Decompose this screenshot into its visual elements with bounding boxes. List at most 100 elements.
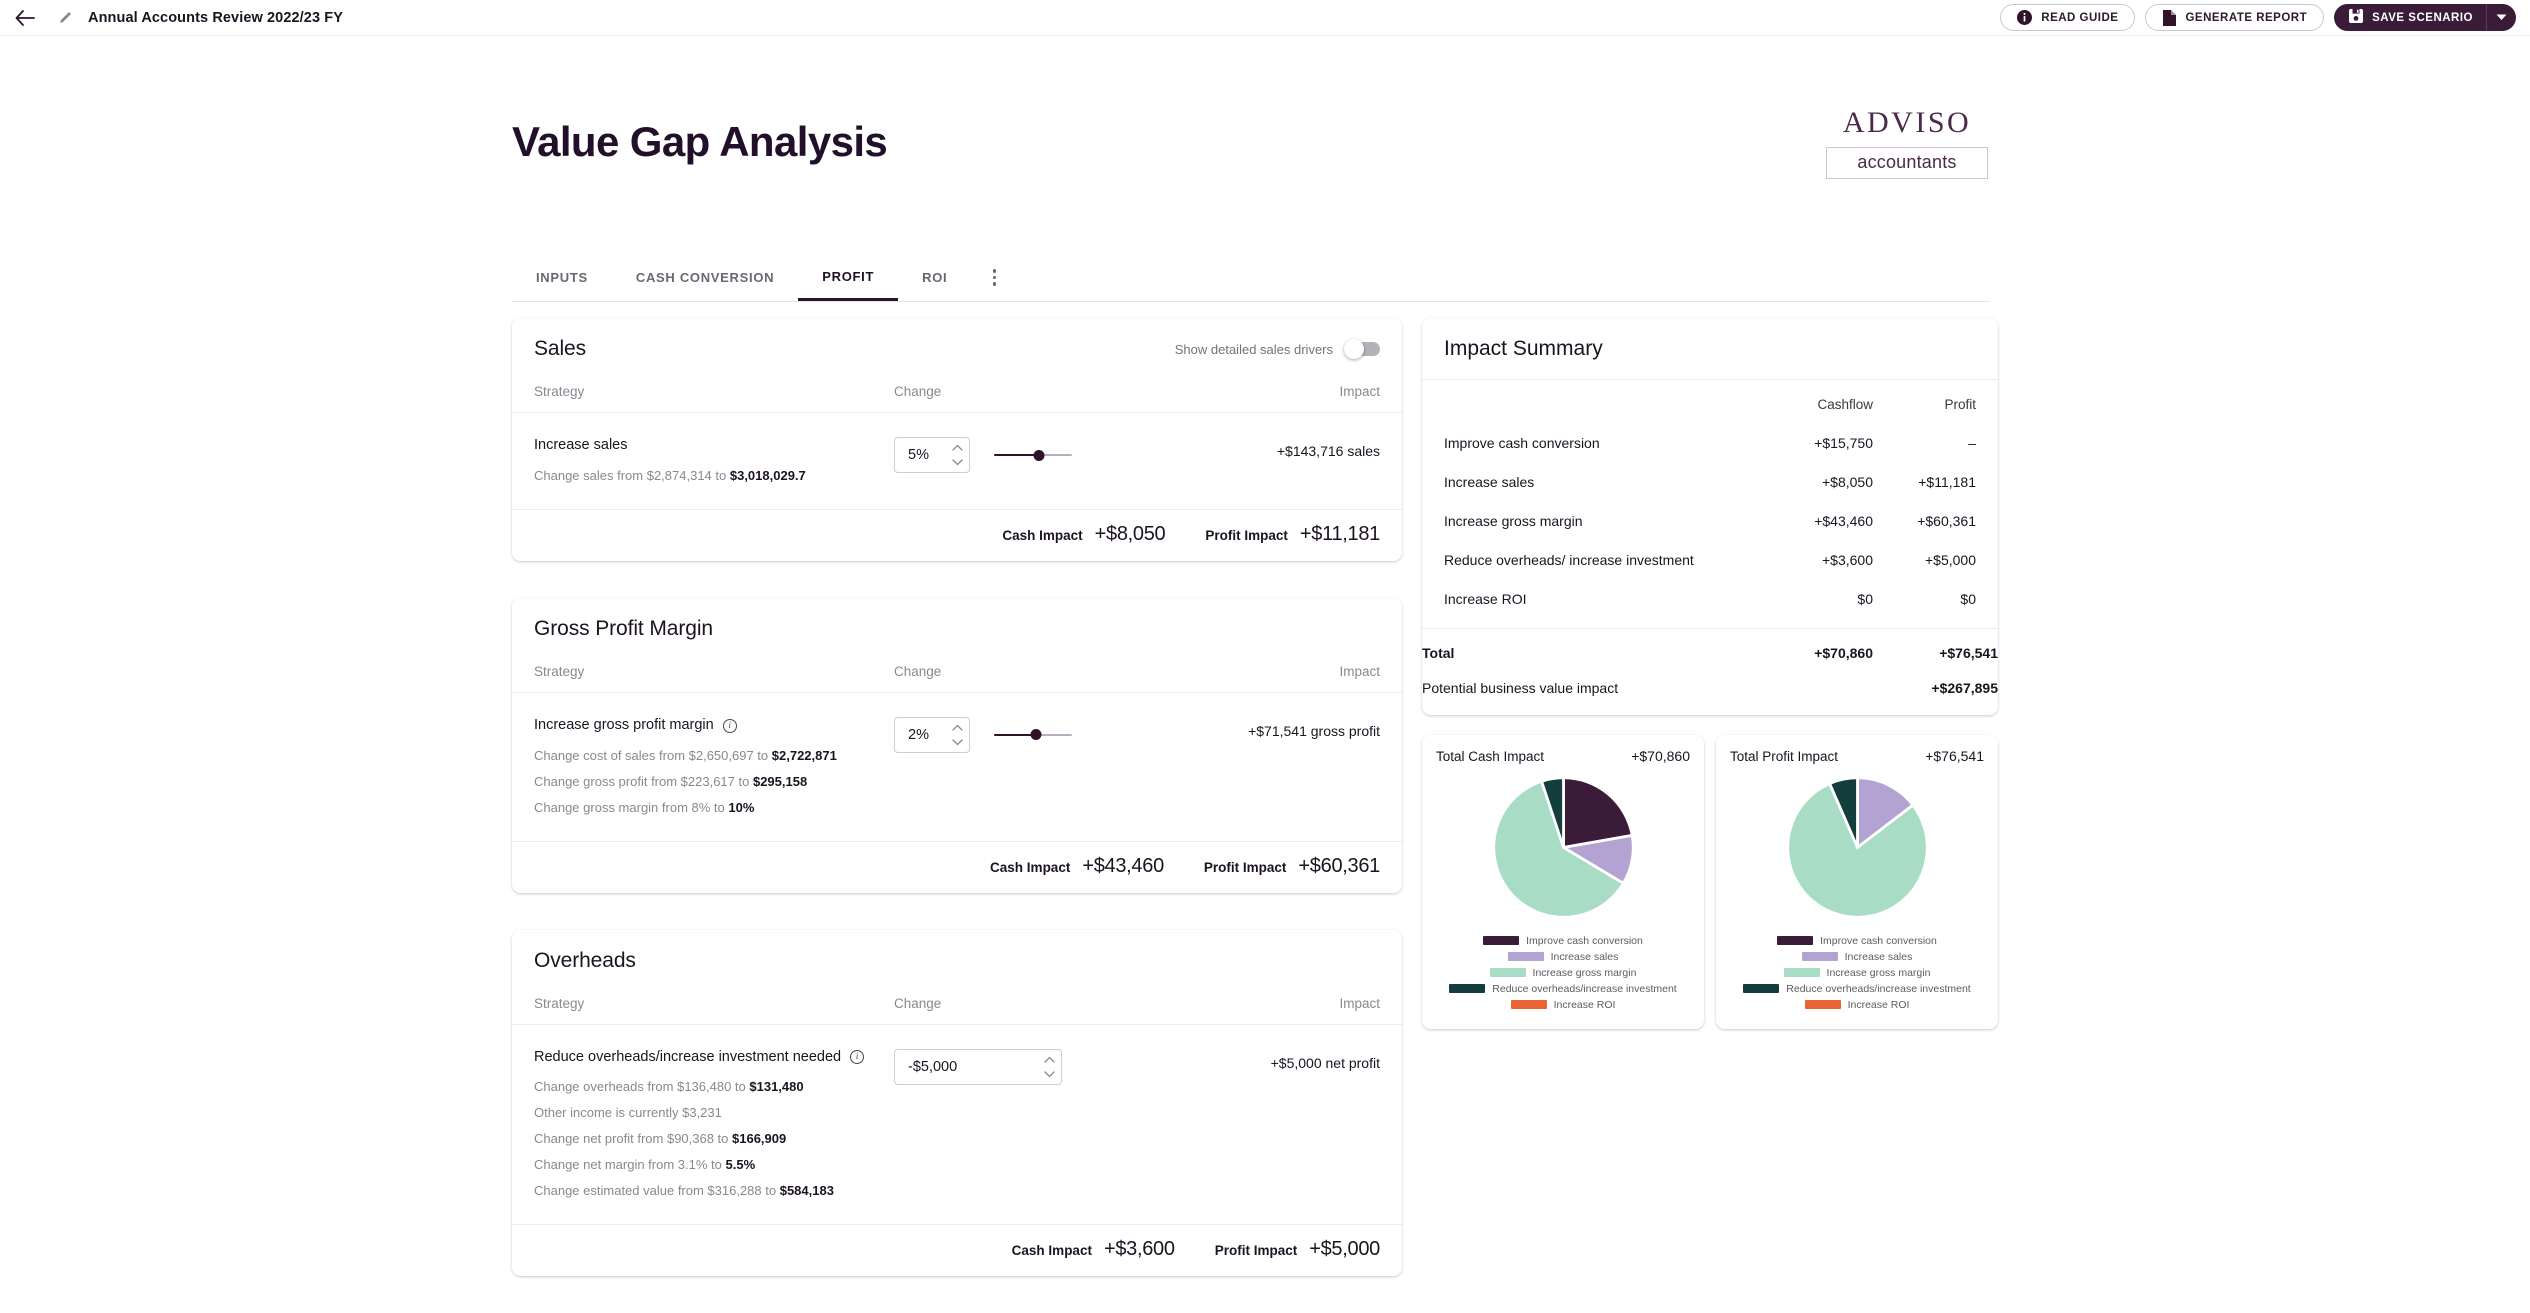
sales-strategy-cell: Increase sales Change sales from $2,874,…: [534, 435, 894, 483]
tab-cash-conversion[interactable]: CASH CONVERSION: [612, 254, 798, 301]
stepper-up-icon[interactable]: [952, 724, 963, 731]
topbar-actions: READ GUIDE GENERATE REPORT SAVE SCENARIO: [2000, 4, 2530, 31]
legend-item: Increase ROI: [1730, 999, 1984, 1011]
read-guide-label: READ GUIDE: [2041, 11, 2119, 24]
column-header-change: Change: [894, 663, 942, 679]
legend-label-0: Improve cash conversion: [1526, 934, 1643, 947]
save-dropdown-caret-icon[interactable]: [2486, 4, 2516, 31]
tab-profit[interactable]: PROFIT: [798, 254, 899, 301]
sales-cash-impact-value: +$8,050: [1094, 522, 1166, 545]
gpm-slider-thumb[interactable]: [1030, 729, 1042, 741]
overheads-sub-line-0-text: Change overheads from $136,480 to: [534, 1079, 750, 1095]
impact-summary-column: Impact Summary Cashflow Profit Improve c…: [1422, 318, 1998, 1029]
summary-total-row: Total +$70,860 +$76,541: [1422, 629, 1998, 671]
summary-total-cashflow: +$70,860: [1814, 645, 1873, 662]
overheads-impact-value: +$5,000 net profit: [1270, 1054, 1380, 1071]
summary-row-1-label: Increase sales: [1444, 473, 1535, 490]
impact-summary-table: Cashflow Profit Improve cash conversion …: [1422, 380, 1998, 715]
gpm-stepper-arrows[interactable]: [952, 718, 963, 752]
save-scenario-button[interactable]: SAVE SCENARIO: [2334, 4, 2486, 31]
overheads-card-title: Overheads: [534, 948, 636, 972]
gpm-profit-impact-value: +$60,361: [1298, 854, 1380, 877]
sales-slider[interactable]: [994, 437, 1072, 473]
back-arrow-icon[interactable]: [14, 7, 36, 29]
tab-roi[interactable]: ROI: [898, 254, 971, 301]
legend-swatch-reduce-overheads: [1449, 984, 1486, 994]
brand-logo-sub: accountants: [1826, 147, 1988, 179]
impact-summary-card: Impact Summary Cashflow Profit Improve c…: [1422, 318, 1998, 715]
toggle-knob: [1344, 339, 1364, 359]
gpm-slider[interactable]: [994, 717, 1072, 753]
overheads-sub-line-4: Change estimated value from $316,288 to …: [534, 1183, 894, 1198]
legend-swatch-increase-roi: [1804, 1000, 1841, 1010]
sales-drivers-toggle-label: Show detailed sales drivers: [1174, 341, 1333, 357]
profit-pie-title: Total Profit Impact: [1730, 748, 1839, 764]
generate-report-button[interactable]: GENERATE REPORT: [2145, 4, 2325, 31]
column-header-change: Change: [894, 384, 942, 399]
stepper-down-icon[interactable]: [1044, 1070, 1055, 1078]
legend-swatch-improve-cash-conversion: [1777, 936, 1814, 946]
cash-pie-svg-wrap: [1436, 770, 1690, 925]
overheads-sub-line-1-text: Other income is currently $3,231: [534, 1105, 722, 1121]
column-header-impact: Impact: [1339, 384, 1380, 399]
scenario-title: Annual Accounts Review 2022/23 FY: [88, 9, 343, 26]
sales-row: Increase sales Change sales from $2,874,…: [512, 413, 1402, 509]
sales-percent-stepper[interactable]: 5%: [894, 437, 970, 473]
gpm-percent-stepper[interactable]: 2%: [894, 716, 970, 753]
sales-drivers-toggle[interactable]: [1344, 339, 1380, 359]
gpm-sub-line-0: Change cost of sales from $2,650,697 to …: [534, 748, 894, 763]
summary-pbv-value: +$267,895: [1931, 680, 1998, 697]
sales-stepper-arrows[interactable]: [952, 438, 963, 472]
sales-strategy-name: Increase sales: [534, 437, 628, 453]
profit-pie-svg-wrap: [1730, 770, 1984, 925]
summary-total-profit: +$76,541: [1939, 645, 1998, 662]
legend-swatch-improve-cash-conversion: [1483, 936, 1520, 946]
column-header-impact: Impact: [1339, 995, 1380, 1011]
save-scenario-group[interactable]: SAVE SCENARIO: [2334, 4, 2516, 31]
overheads-amount-stepper[interactable]: -$5,000: [894, 1048, 1062, 1085]
tab-inputs[interactable]: INPUTS: [512, 254, 612, 301]
table-row: Increase sales +$8,050 +$11,181: [1422, 463, 1998, 502]
sales-slider-fill: [994, 453, 1040, 457]
table-row: Increase gross margin +$43,460 +$60,361: [1422, 502, 1998, 541]
legend-item: Improve cash conversion: [1730, 935, 1984, 947]
tab-overflow-menu-icon[interactable]: [971, 254, 1017, 301]
stepper-down-icon[interactable]: [952, 459, 963, 466]
gpm-sub-line-1-text: Change gross profit from $223,617 to: [534, 773, 753, 789]
sales-drivers-toggle-group[interactable]: Show detailed sales drivers: [1174, 339, 1380, 359]
stepper-down-icon[interactable]: [952, 739, 963, 746]
sales-card: Sales Show detailed sales drivers Strate…: [512, 318, 1402, 561]
overheads-column-headers: Strategy Change Impact: [512, 973, 1402, 1025]
overheads-row: Reduce overheads/increase investment nee…: [512, 1025, 1402, 1225]
overheads-info-icon[interactable]: i: [850, 1050, 865, 1065]
profit-pie-legend: Improve cash conversion Increase sales I…: [1730, 935, 1984, 1011]
sales-impact-value: +$143,716 sales: [1276, 443, 1380, 459]
legend-label-2: Increase gross margin: [1826, 966, 1931, 979]
gpm-row: Increase gross profit margin i Change co…: [512, 693, 1402, 841]
gpm-sub-line-1-value: $295,158: [752, 773, 808, 789]
gpm-info-icon[interactable]: i: [722, 718, 737, 733]
legend-item: Increase sales: [1730, 951, 1984, 963]
stepper-up-icon[interactable]: [1044, 1056, 1055, 1063]
pencil-icon[interactable]: [56, 9, 74, 27]
gpm-column-headers: Strategy Change Impact: [512, 641, 1402, 693]
overheads-card: Overheads Strategy Change Impact Reduce …: [512, 929, 1402, 1277]
sales-slider-thumb[interactable]: [1033, 449, 1045, 461]
page-body: Value Gap Analysis ADVISO accountants IN…: [0, 36, 2530, 1277]
summary-row-3-cashflow: +$3,600: [1822, 552, 1873, 569]
summary-row-0-cashflow: +$15,750: [1814, 435, 1873, 452]
summary-row-1-cashflow: +$8,050: [1822, 474, 1873, 491]
overheads-stepper-arrows[interactable]: [1044, 1050, 1055, 1084]
overheads-profit-impact-label: Profit Impact: [1214, 1243, 1298, 1259]
summary-row-2-label: Increase gross margin: [1444, 512, 1583, 529]
read-guide-button[interactable]: READ GUIDE: [2000, 4, 2136, 31]
gpm-profit-impact-label: Profit Impact: [1203, 859, 1287, 875]
summary-row-4-cashflow: $0: [1857, 591, 1873, 607]
summary-row-2-profit: +$60,361: [1917, 513, 1976, 530]
save-disk-icon: [2349, 9, 2364, 26]
summary-row-1-profit: +$11,181: [1918, 474, 1976, 491]
legend-item: Reduce overheads/increase investment: [1730, 983, 1984, 995]
total-cash-impact-chart-card: Total Cash Impact +$70,860 Improve cash …: [1422, 734, 1704, 1029]
stepper-up-icon[interactable]: [952, 444, 963, 451]
impact-summary-title: Impact Summary: [1422, 318, 1998, 380]
